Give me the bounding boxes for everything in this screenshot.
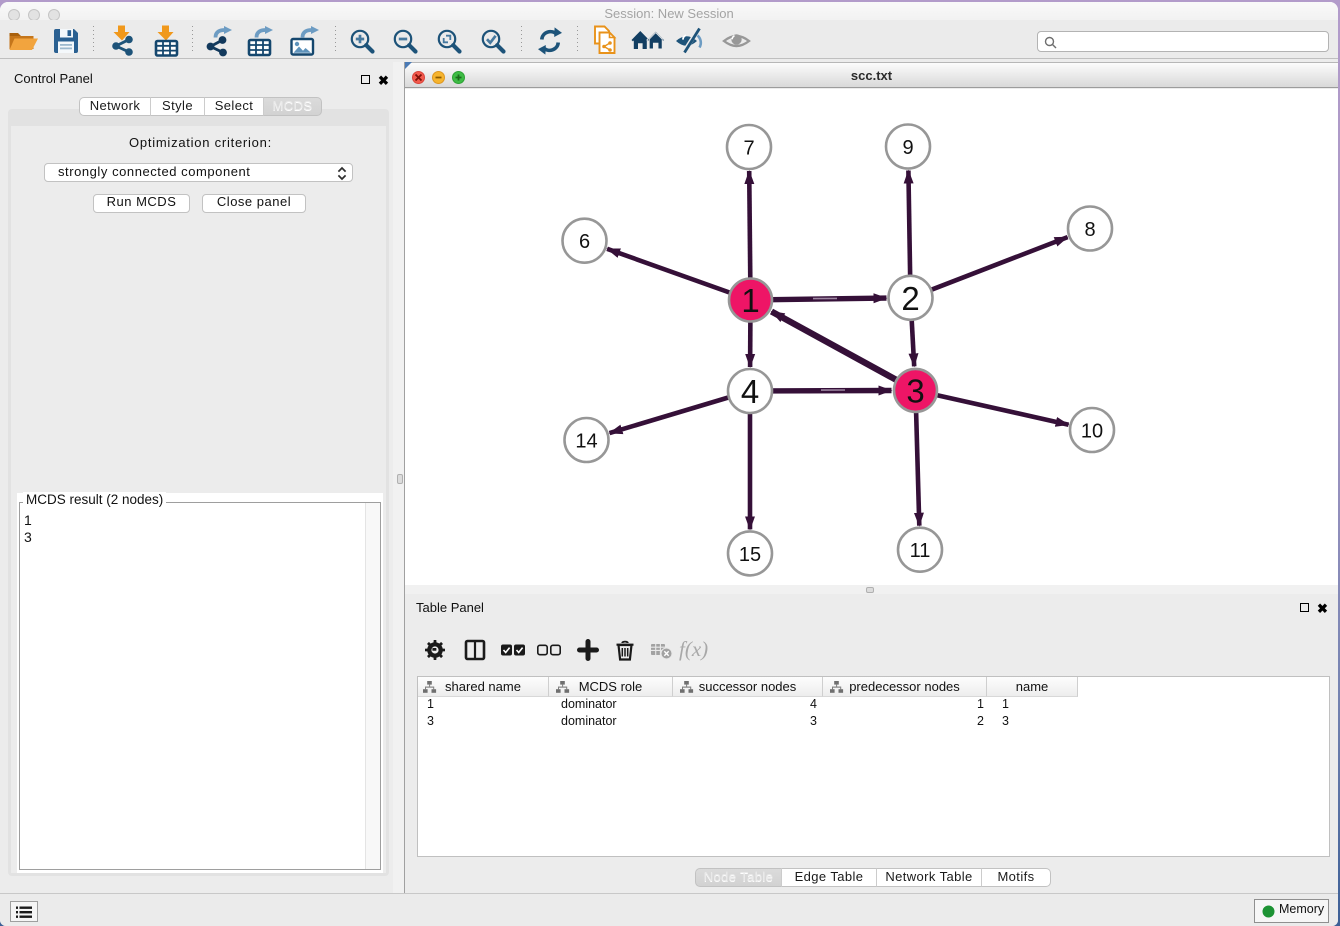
svg-text:9: 9: [902, 137, 913, 159]
svg-text:6: 6: [579, 231, 590, 253]
svg-text:3: 3: [906, 372, 924, 409]
svg-text:14: 14: [575, 431, 597, 453]
svg-text:f(x): f(x): [679, 637, 708, 661]
svg-text:11: 11: [910, 540, 931, 562]
svg-text:1: 1: [741, 282, 759, 319]
svg-text:15: 15: [739, 544, 761, 566]
svg-text:7: 7: [743, 138, 754, 160]
svg-text:8: 8: [1084, 219, 1095, 241]
svg-text:2: 2: [901, 280, 919, 317]
svg-text:10: 10: [1081, 421, 1103, 443]
svg-text:4: 4: [741, 373, 759, 410]
